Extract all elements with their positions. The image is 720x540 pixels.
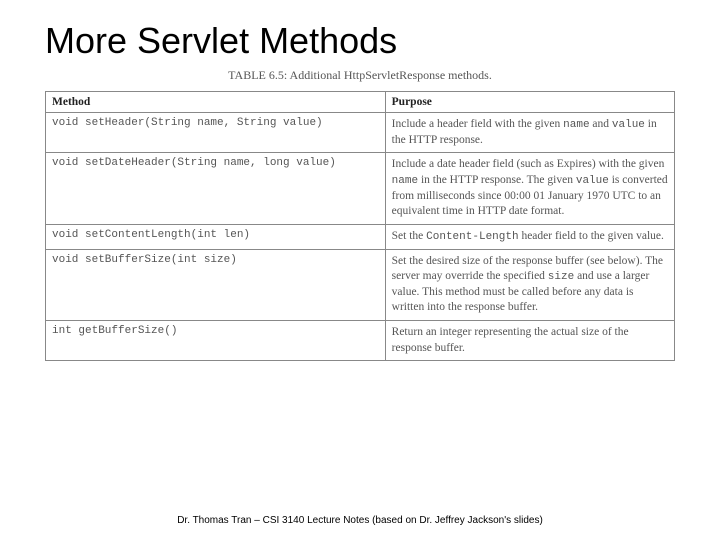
col-header-method: Method (46, 92, 386, 113)
method-signature: void setBufferSize(int size) (46, 249, 386, 320)
method-signature: void setHeader(String name, String value… (46, 113, 386, 153)
method-signature: void setDateHeader(String name, long val… (46, 153, 386, 224)
table-row: int getBufferSize()Return an integer rep… (46, 320, 675, 360)
method-purpose: Return an integer representing the actua… (385, 320, 674, 360)
table-row: void setContentLength(int len)Set the Co… (46, 224, 675, 249)
table-caption: TABLE 6.5: Additional HttpServletRespons… (45, 68, 675, 83)
table-row: void setBufferSize(int size)Set the desi… (46, 249, 675, 320)
table-row: void setDateHeader(String name, long val… (46, 153, 675, 224)
method-purpose: Set the Content-Length header field to t… (385, 224, 674, 249)
table-row: void setHeader(String name, String value… (46, 113, 675, 153)
method-signature: void setContentLength(int len) (46, 224, 386, 249)
slide-title: More Servlet Methods (45, 20, 675, 62)
slide-footer: Dr. Thomas Tran – CSI 3140 Lecture Notes… (0, 515, 720, 526)
method-purpose: Include a date header field (such as Exp… (385, 153, 674, 224)
methods-table: Method Purpose void setHeader(String nam… (45, 91, 675, 361)
method-signature: int getBufferSize() (46, 320, 386, 360)
col-header-purpose: Purpose (385, 92, 674, 113)
method-purpose: Set the desired size of the response buf… (385, 249, 674, 320)
method-purpose: Include a header field with the given na… (385, 113, 674, 153)
